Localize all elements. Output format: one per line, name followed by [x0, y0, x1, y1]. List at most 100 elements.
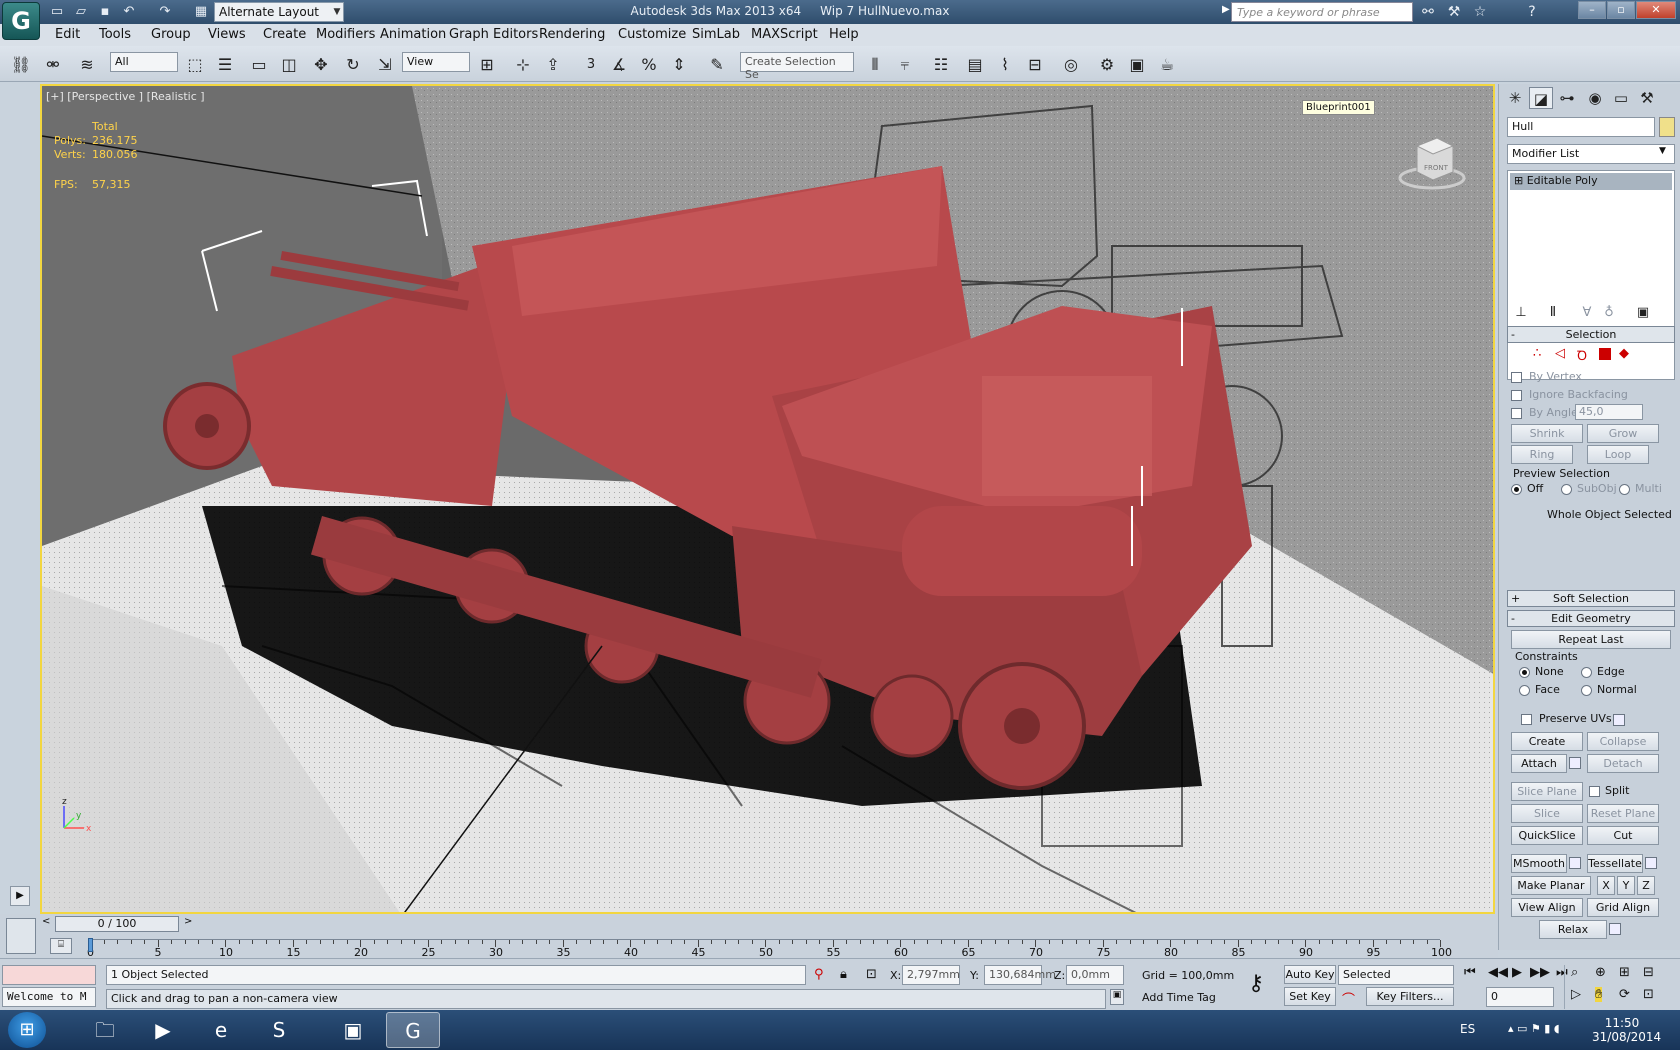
- collapse-button[interactable]: Collapse: [1587, 732, 1659, 751]
- quickslice-button[interactable]: QuickSlice: [1511, 826, 1583, 845]
- tray-icons[interactable]: ▴ ▭ ⚑ ▮ ◖: [1508, 1022, 1560, 1035]
- preview-off-radio[interactable]: [1511, 484, 1522, 495]
- menu-customize[interactable]: Customize: [618, 27, 686, 42]
- redo-icon[interactable]: ↷: [156, 3, 174, 21]
- curve-editor-icon[interactable]: ⌇: [992, 52, 1018, 78]
- constraint-face-radio[interactable]: [1519, 685, 1530, 696]
- y-coordinate-field[interactable]: 130,684mm: [984, 965, 1056, 985]
- auto-key-button[interactable]: Auto Key: [1284, 965, 1336, 984]
- close-button[interactable]: ✕: [1636, 1, 1676, 19]
- make-planar-button[interactable]: Make Planar: [1511, 876, 1591, 895]
- select-rotate-icon[interactable]: ↻: [340, 52, 366, 78]
- key-icon[interactable]: ⚷: [1248, 971, 1264, 996]
- render-setup-icon[interactable]: ⚙: [1094, 52, 1120, 78]
- star-icon[interactable]: ☆: [1470, 3, 1490, 21]
- graphite-ribbon-icon[interactable]: ▤: [962, 52, 988, 78]
- internet-explorer-icon[interactable]: e: [194, 1012, 248, 1048]
- selection-filter[interactable]: All: [110, 52, 178, 72]
- split-checkbox[interactable]: [1589, 786, 1600, 797]
- perspective-viewport[interactable]: z x y [+] [Perspective ] [Realistic ] To…: [40, 84, 1495, 914]
- menu-graph-editors[interactable]: Graph Editors: [449, 27, 538, 42]
- media-player-icon[interactable]: ▶: [136, 1012, 190, 1048]
- select-scale-icon[interactable]: ⇲: [372, 52, 398, 78]
- msmooth-settings-icon[interactable]: [1569, 857, 1581, 869]
- chevron-down-icon[interactable]: ▼: [1659, 146, 1666, 156]
- maximize-viewport-icon[interactable]: ⊡: [1643, 987, 1654, 1002]
- pin-stack-icon[interactable]: ⊥: [1509, 302, 1533, 324]
- hierarchy-tab-icon[interactable]: ⊶: [1555, 87, 1579, 109]
- menu-maxscript[interactable]: MAXScript: [751, 27, 818, 42]
- relax-button[interactable]: Relax: [1539, 920, 1607, 939]
- preserve-uvs-checkbox[interactable]: [1521, 714, 1532, 725]
- show-end-result-icon[interactable]: Ⅱ: [1541, 302, 1565, 324]
- named-selection-sets[interactable]: Create Selection Se: [740, 52, 854, 81]
- ring-button[interactable]: Ring: [1511, 445, 1573, 464]
- pan-view-icon[interactable]: ✋︎: [1595, 987, 1603, 1002]
- zoom-icon[interactable]: ⌕: [1571, 965, 1578, 980]
- image-viewer-icon[interactable]: ▣: [326, 1012, 380, 1048]
- window-crossing-icon[interactable]: ◫: [276, 52, 302, 78]
- preview-subobj-radio[interactable]: [1561, 484, 1572, 495]
- layer-manager-icon[interactable]: ☷: [928, 52, 954, 78]
- angle-spinner[interactable]: 45,0: [1575, 404, 1643, 420]
- attach-list-icon[interactable]: [1569, 757, 1581, 769]
- object-color-swatch[interactable]: [1659, 117, 1675, 137]
- display-tab-icon[interactable]: ▭: [1609, 87, 1633, 109]
- menu-simlab[interactable]: SimLab: [692, 27, 740, 42]
- file-explorer-icon[interactable]: 🗀︎: [78, 1012, 132, 1048]
- planar-x-button[interactable]: X: [1597, 876, 1615, 895]
- align-icon[interactable]: ⫧: [892, 52, 918, 78]
- undo-icon[interactable]: ↶: [120, 3, 138, 21]
- create-tab-icon[interactable]: ✳: [1503, 87, 1527, 109]
- create-button[interactable]: Create: [1511, 732, 1583, 751]
- chevron-down-icon[interactable]: ▼: [330, 2, 344, 22]
- reference-coordinate-system[interactable]: View: [402, 52, 470, 72]
- go-to-start-icon[interactable]: ⏮: [1464, 965, 1476, 980]
- preview-multi-radio[interactable]: [1619, 484, 1630, 495]
- planar-z-button[interactable]: Z: [1637, 876, 1655, 895]
- menu-rendering[interactable]: Rendering: [539, 27, 605, 42]
- tools-icon[interactable]: ⚒: [1444, 3, 1464, 21]
- motion-tab-icon[interactable]: ◉: [1583, 87, 1607, 109]
- angle-snap-icon[interactable]: ∡: [606, 52, 632, 78]
- constraint-none-radio[interactable]: [1519, 667, 1530, 678]
- cut-button[interactable]: Cut: [1587, 826, 1659, 845]
- msmooth-button[interactable]: MSmooth: [1511, 854, 1567, 873]
- menu-views[interactable]: Views: [208, 27, 246, 42]
- planar-y-button[interactable]: Y: [1617, 876, 1635, 895]
- orbit-icon[interactable]: ⟳: [1619, 987, 1630, 1002]
- slice-plane-button[interactable]: Slice Plane: [1511, 782, 1583, 801]
- object-name-field[interactable]: Hull: [1507, 117, 1655, 137]
- snaps-toggle-icon[interactable]: 3: [578, 52, 604, 78]
- keyboard-shortcut-override-icon[interactable]: ⇪: [540, 52, 566, 78]
- rollout-selection[interactable]: - Selection: [1507, 326, 1675, 343]
- utilities-tab-icon[interactable]: ⚒: [1635, 87, 1659, 109]
- next-frame-arrow-icon[interactable]: >: [184, 916, 192, 927]
- preserve-uvs-settings-icon[interactable]: [1613, 714, 1625, 726]
- menu-modifiers[interactable]: Modifiers: [316, 27, 375, 42]
- current-frame-marker[interactable]: [88, 938, 93, 952]
- save-icon[interactable]: ▪: [96, 3, 114, 21]
- bind-space-warp-icon[interactable]: ≋: [74, 52, 100, 78]
- zoom-all-icon[interactable]: ⊕: [1595, 965, 1606, 980]
- skype-icon[interactable]: S: [252, 1012, 306, 1048]
- remove-modifier-icon[interactable]: ♁: [1597, 302, 1621, 324]
- configure-modifier-sets-icon[interactable]: ▣: [1631, 302, 1655, 324]
- grid-align-button[interactable]: Grid Align: [1587, 898, 1659, 917]
- view-align-button[interactable]: View Align: [1511, 898, 1583, 917]
- system-clock[interactable]: 11:50 31/08/2014: [1592, 1016, 1661, 1044]
- select-by-name-icon[interactable]: ☰: [212, 52, 238, 78]
- by-vertex-checkbox[interactable]: [1511, 372, 1522, 383]
- field-of-view-icon[interactable]: ▷: [1571, 987, 1581, 1002]
- tessellate-button[interactable]: Tessellate: [1587, 854, 1643, 873]
- isolate-selection-icon[interactable]: ⚲: [814, 967, 824, 982]
- key-filters-button[interactable]: Key Filters...: [1366, 987, 1454, 1006]
- start-button[interactable]: ⊞: [8, 1012, 46, 1048]
- select-move-icon[interactable]: ✥: [308, 52, 334, 78]
- time-slider[interactable]: 0 / 100: [55, 916, 179, 932]
- binoculars-icon[interactable]: ⚯: [1418, 3, 1438, 21]
- menu-animation[interactable]: Animation: [380, 27, 446, 42]
- next-frame-icon[interactable]: ▶▶: [1530, 965, 1550, 980]
- element-subobject-icon[interactable]: ◆: [1619, 346, 1629, 361]
- constraint-edge-radio[interactable]: [1581, 667, 1592, 678]
